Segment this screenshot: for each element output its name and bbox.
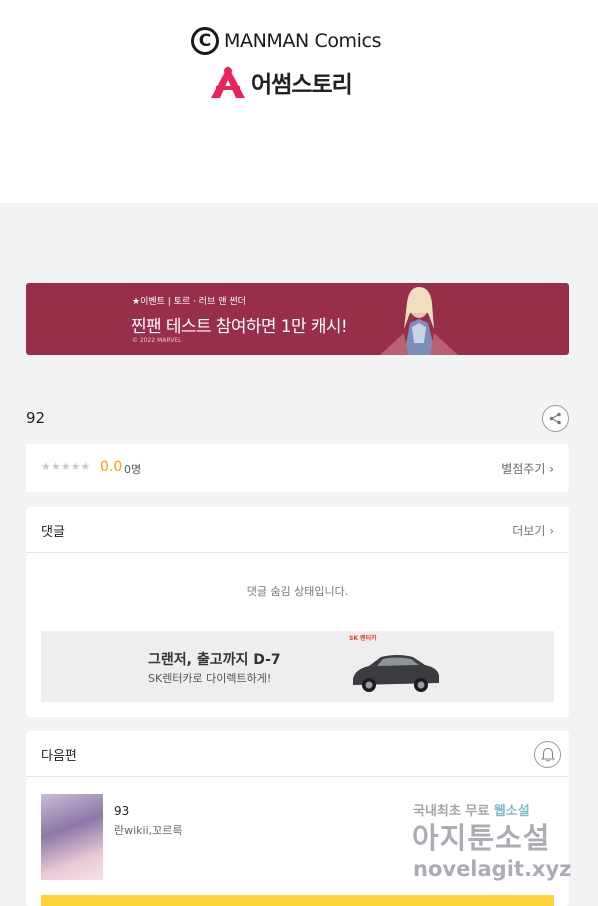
next-episode-authors: 란wikii,꼬르륵 <box>114 824 183 837</box>
header: C MANMAN Comics 어썸스토리 <box>0 0 598 203</box>
next-header: 다음편 <box>26 731 569 777</box>
awesome-story-text: 어썸스토리 <box>251 72 353 98</box>
awesome-story-a-icon <box>211 66 245 98</box>
copyright-c-icon: C <box>191 27 219 55</box>
episode-title: 92 <box>26 409 46 427</box>
comment-hidden-message: 댓글 숨김 상태입니다. <box>246 585 349 598</box>
notification-button[interactable] <box>534 741 561 768</box>
banner-hero-image <box>380 287 458 355</box>
share-button[interactable] <box>542 405 569 432</box>
banner-event-label: ★이벤트 | 토르 · 러브 앤 썬더 <box>132 297 246 307</box>
event-banner[interactable]: ★이벤트 | 토르 · 러브 앤 썬더 찐팬 테스트 참여하면 1만 캐시! ©… <box>26 283 569 355</box>
comment-header: 댓글 더보기 › <box>26 507 569 553</box>
next-label: 다음편 <box>41 749 77 764</box>
rating-card: ★★★★★ 0.0 0명 별점주기 › <box>26 444 569 492</box>
share-icon <box>549 412 561 425</box>
bell-icon <box>540 747 555 762</box>
banner-headline: 찐팬 테스트 참여하면 1만 캐시! <box>131 317 348 337</box>
rate-button[interactable]: 별점주기 › <box>501 460 554 477</box>
rating-score: 0.0 <box>100 459 123 475</box>
sk-rentacar-logo: SK 렌터카 <box>349 635 377 642</box>
rating-count: 0명 <box>124 463 142 476</box>
ad-banner[interactable]: 그랜저, 출고까지 D-7 SK렌터카로 다이렉트하게! SK 렌터카 <box>41 631 554 702</box>
banner-copyright: © 2022 MARVEL <box>132 337 182 344</box>
star-rating-icon: ★★★★★ <box>41 460 91 473</box>
car-image <box>353 655 439 692</box>
next-episode-number[interactable]: 93 <box>114 804 129 818</box>
watermark-line2: 아지툰소설 <box>412 821 551 855</box>
manman-comics-text: MANMAN Comics <box>224 30 382 52</box>
next-episode-thumbnail[interactable] <box>41 794 103 880</box>
site-watermark: 국내최초 무료 웹소설 아지툰소설 novelagit.xyz <box>410 798 580 888</box>
comment-more-button[interactable]: 더보기 › <box>512 522 554 539</box>
comment-label: 댓글 <box>41 525 65 540</box>
ad-title: 그랜저, 출고까지 D-7 <box>148 652 281 668</box>
next-episode-button[interactable] <box>41 895 554 906</box>
ad-subtitle: SK렌터카로 다이렉트하게! <box>148 672 272 685</box>
manman-comics-logo: C MANMAN Comics <box>191 26 381 56</box>
watermark-line3: novelagit.xyz <box>413 857 572 881</box>
comment-card: 댓글 더보기 › 댓글 숨김 상태입니다. 그랜저, 출고까지 D-7 SK렌터… <box>26 507 569 717</box>
awesome-story-logo: 어썸스토리 <box>208 64 353 100</box>
